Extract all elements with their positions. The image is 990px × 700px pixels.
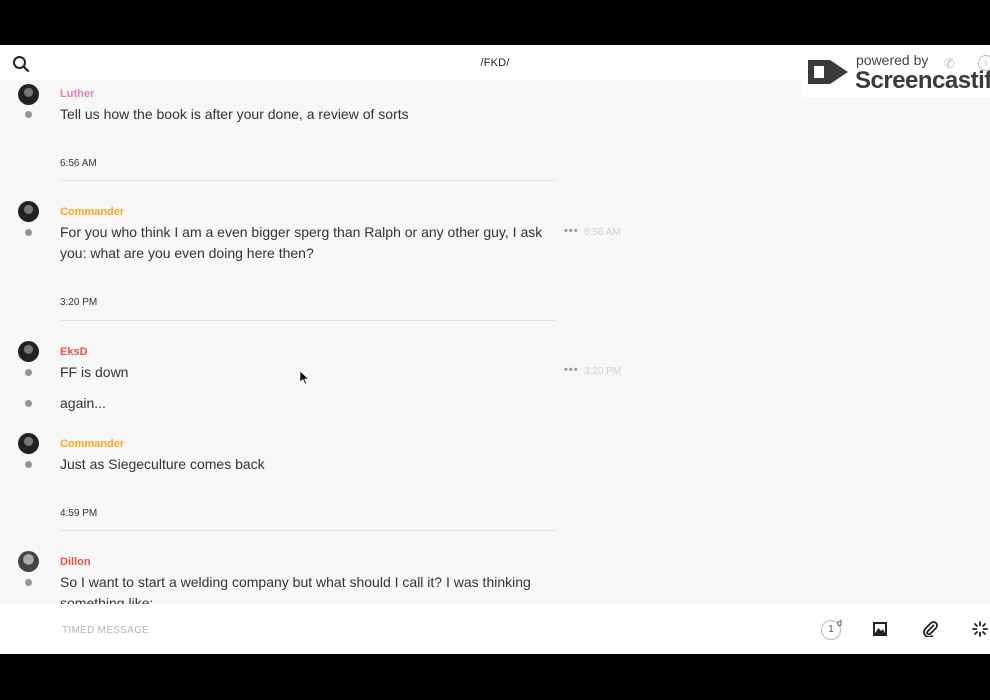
message-status-dot xyxy=(25,369,32,376)
time-divider: 3:20 PM xyxy=(60,297,98,308)
message-menu-button[interactable]: ••• xyxy=(564,225,579,237)
message-author[interactable]: Dillon xyxy=(60,556,91,568)
watermark-powered-by: powered by xyxy=(856,52,929,68)
divider-line xyxy=(60,180,556,181)
sparkle-icon[interactable] xyxy=(972,621,988,637)
message-input[interactable] xyxy=(60,619,764,641)
message-time: 6:56 AM xyxy=(584,227,621,238)
avatar-commander[interactable] xyxy=(18,433,39,454)
message-status-dot xyxy=(25,111,32,118)
message-text: again... xyxy=(60,395,106,411)
paperclip-icon[interactable] xyxy=(922,621,938,638)
message-text: Tell us how the book is after your done,… xyxy=(60,106,409,122)
image-icon[interactable] xyxy=(872,621,888,637)
message-status-dot xyxy=(25,579,32,586)
avatar-eksd[interactable] xyxy=(18,341,39,362)
avatar-dillon[interactable] xyxy=(18,551,39,572)
mouse-pointer-icon xyxy=(299,370,310,390)
divider-line xyxy=(60,320,556,321)
message-text: For you who think I am a even bigger spe… xyxy=(60,224,543,261)
message-status-dot xyxy=(25,229,32,236)
message-menu-button[interactable]: ••• xyxy=(564,364,579,376)
avatar-luther[interactable] xyxy=(18,84,39,105)
message-list[interactable]: Luther Tell us how the book is after you… xyxy=(0,80,990,604)
phone-icon[interactable]: ✆ xyxy=(944,56,955,72)
message-author[interactable]: Commander xyxy=(60,438,124,450)
timer-unit: d xyxy=(837,618,843,628)
message-status-dot xyxy=(25,400,32,407)
message-author[interactable]: Luther xyxy=(60,88,94,100)
message-status-dot xyxy=(25,461,32,468)
message-author[interactable]: EksD xyxy=(60,346,88,358)
message-time: 3:20 PM xyxy=(584,366,622,377)
avatar-commander[interactable] xyxy=(18,201,39,222)
divider-line xyxy=(60,530,556,531)
composer-bar: 1 d xyxy=(0,604,990,654)
info-icon[interactable]: i xyxy=(978,55,990,71)
message-text: Just as Siegeculture comes back xyxy=(60,456,265,472)
chat-app: /FKD/ powered by Screencastify ✆ i Luthe… xyxy=(0,45,990,654)
time-divider: 6:56 AM xyxy=(60,158,97,169)
message-author[interactable]: Commander xyxy=(60,206,124,218)
time-divider: 4:59 PM xyxy=(60,508,98,519)
message-text: So I want to start a welding company but… xyxy=(60,574,531,604)
